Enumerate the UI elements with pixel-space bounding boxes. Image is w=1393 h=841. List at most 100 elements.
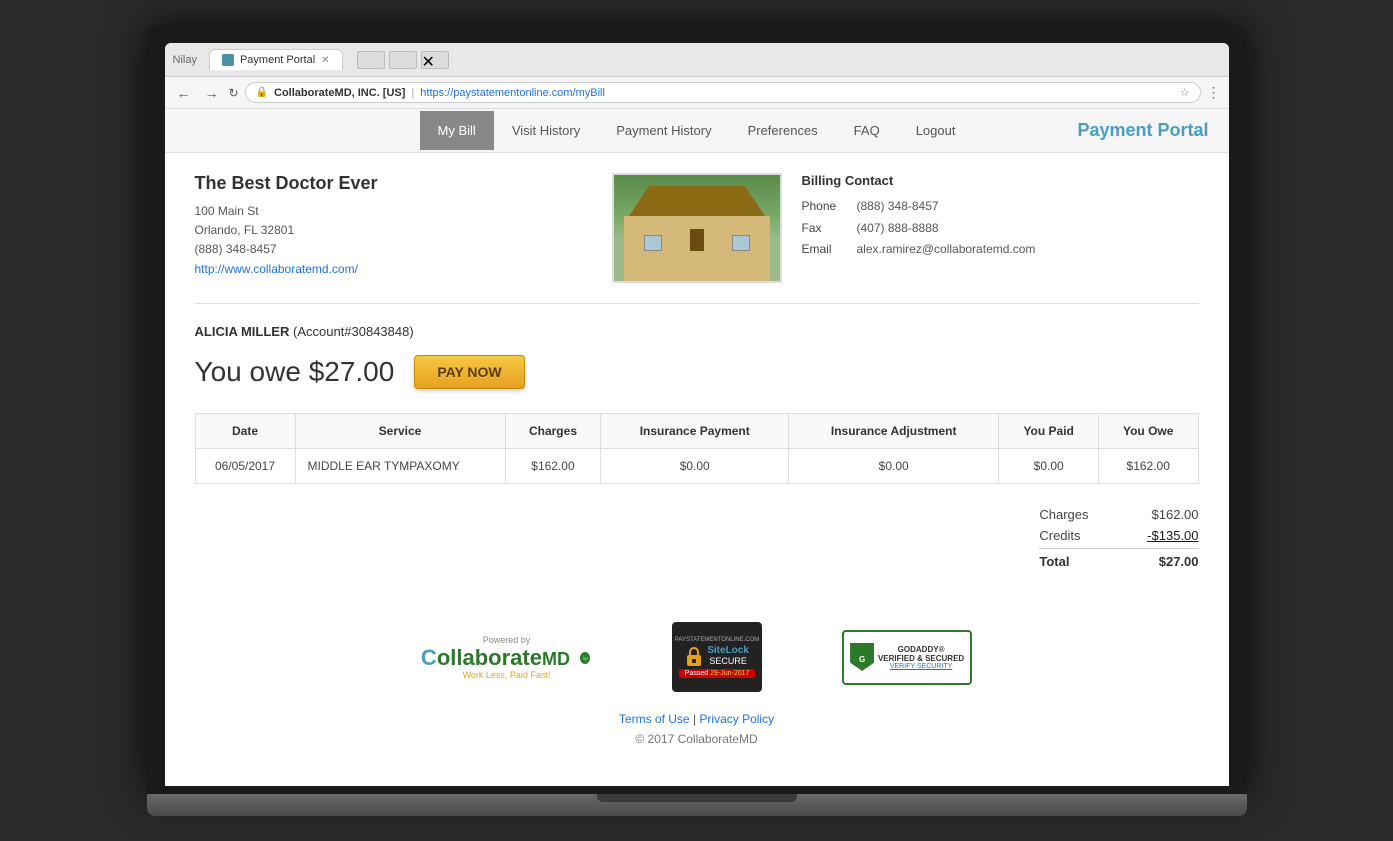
- nav-item-mybill[interactable]: My Bill: [420, 111, 494, 150]
- close-button[interactable]: ✕: [421, 51, 449, 69]
- footer-copyright: © 2017 CollaborateMD: [215, 732, 1179, 746]
- col-header-charges: Charges: [505, 414, 601, 449]
- amount-owed-prefix: You owe: [195, 356, 301, 387]
- reload-button[interactable]: ↻: [229, 86, 239, 100]
- billing-phone-value: (888) 348-8457: [857, 196, 939, 218]
- address-separator: |: [411, 87, 414, 99]
- col-header-you-paid: You Paid: [999, 414, 1099, 449]
- sitelock-site-text: SiteLock: [707, 645, 749, 656]
- totals-section: Charges $162.00 Credits -$135.00 Total $…: [195, 504, 1199, 572]
- sitelock-secure-text: SECURE: [707, 656, 749, 666]
- practice-header: The Best Doctor Ever 100 Main St Orlando…: [195, 173, 1199, 304]
- collaborate-md: MD: [542, 649, 570, 669]
- billing-fax-value: (407) 888-8888: [857, 218, 939, 240]
- charges-row: Charges $162.00: [1039, 504, 1198, 525]
- browser-window: Nilay Payment Portal ✕ ✕ ← → ↻: [165, 43, 1229, 786]
- tab-favicon: [222, 54, 234, 66]
- pay-now-button[interactable]: PAY NOW: [414, 355, 524, 389]
- collaborate-logo: Powered by CollaborateMD Work Less, Paid…: [421, 635, 592, 680]
- table-cell: $0.00: [601, 449, 789, 484]
- browser-tab[interactable]: Payment Portal ✕: [209, 49, 343, 70]
- window-title: Nilay: [173, 54, 197, 66]
- total-label: Total: [1039, 554, 1069, 569]
- billing-phone-row: Phone (888) 348-8457: [802, 196, 1199, 218]
- total-row: Total $27.00: [1039, 548, 1198, 572]
- nav-item-paymenthistory[interactable]: Payment History: [598, 111, 729, 150]
- godaddy-text-area: GODADDY® VERIFIED & SECURED VERIFY SECUR…: [878, 645, 964, 670]
- credits-row: Credits -$135.00: [1039, 525, 1198, 546]
- billing-phone-label: Phone: [802, 196, 847, 218]
- collaborate-rest: ollaborate: [437, 645, 542, 670]
- practice-website[interactable]: http://www.collaboratemd.com/: [195, 262, 358, 276]
- footer-logos: Powered by CollaborateMD Work Less, Paid…: [215, 622, 1179, 692]
- practice-image: [612, 173, 782, 283]
- amount-due-text: You owe $27.00: [195, 356, 395, 388]
- col-header-ins-adjustment: Insurance Adjustment: [788, 414, 998, 449]
- portal-brand-text: Payment Portal: [1077, 120, 1208, 140]
- address-line2: Orlando, FL 32801: [195, 221, 592, 240]
- nav-item-logout[interactable]: Logout: [898, 111, 974, 150]
- nav-item-faq[interactable]: FAQ: [836, 111, 898, 150]
- tab-close-button[interactable]: ✕: [321, 55, 329, 66]
- maximize-button[interactable]: [389, 51, 417, 69]
- nav-items: My Bill Visit History Payment History Pr…: [185, 111, 1209, 150]
- sitelock-icon-area: SiteLock SECURE: [685, 645, 749, 667]
- table-cell: $162.00: [505, 449, 601, 484]
- nav-item-preferences[interactable]: Preferences: [730, 111, 836, 150]
- page-content: My Bill Visit History Payment History Pr…: [165, 109, 1229, 786]
- billing-email-label: Email: [802, 239, 847, 261]
- bookmark-icon[interactable]: ☆: [1180, 86, 1190, 99]
- address-bar[interactable]: 🔒 CollaborateMD, INC. [US] | https://pay…: [245, 82, 1201, 103]
- credits-value: -$135.00: [1129, 528, 1199, 543]
- billing-fax-row: Fax (407) 888-8888: [802, 218, 1199, 240]
- billing-contact: Billing Contact Phone (888) 348-8457 Fax…: [802, 173, 1199, 283]
- sitelock-badge[interactable]: PAYSTATEMENTONLINE.COM: [672, 622, 762, 692]
- lock-icon: 🔒: [256, 87, 268, 98]
- billing-title: Billing Contact: [802, 173, 1199, 188]
- totals-table: Charges $162.00 Credits -$135.00 Total $…: [1039, 504, 1198, 572]
- billing-email-value: alex.ramirez@collaboratemd.com: [857, 239, 1036, 261]
- total-value: $27.00: [1129, 554, 1199, 569]
- charges-value: $162.00: [1129, 507, 1199, 522]
- footer-separator: |: [693, 712, 696, 726]
- godaddy-shield-icon: G: [850, 643, 874, 671]
- table-cell: $0.00: [999, 449, 1099, 484]
- credits-label: Credits: [1039, 528, 1080, 543]
- privacy-link[interactable]: Privacy Policy: [699, 712, 774, 726]
- patient-name: ALICIA MILLER: [195, 324, 290, 339]
- minimize-button[interactable]: [357, 51, 385, 69]
- table-row: 06/05/2017MIDDLE EAR TYMPAXOMY$162.00$0.…: [195, 449, 1198, 484]
- col-header-you-owe: You Owe: [1098, 414, 1198, 449]
- patient-section: ALICIA MILLER (Account#30843848) You owe…: [195, 324, 1199, 572]
- account-close: ): [409, 324, 413, 339]
- terms-link[interactable]: Terms of Use: [619, 712, 690, 726]
- nav-item-visithistory[interactable]: Visit History: [494, 111, 598, 150]
- table-cell: $0.00: [788, 449, 998, 484]
- address-company: CollaborateMD, INC. [US]: [274, 87, 405, 99]
- col-header-ins-payment: Insurance Payment: [601, 414, 789, 449]
- forward-button[interactable]: →: [201, 83, 223, 103]
- sitelock-date: 29-Jun-2017: [710, 670, 749, 677]
- table-cell: 06/05/2017: [195, 449, 295, 484]
- site-navigation: My Bill Visit History Payment History Pr…: [165, 109, 1229, 153]
- powered-by-text: Powered by: [483, 635, 531, 645]
- page-footer: Powered by CollaborateMD Work Less, Paid…: [195, 592, 1199, 766]
- footer-links: Terms of Use | Privacy Policy: [215, 712, 1179, 726]
- practice-address: 100 Main St Orlando, FL 32801 (888) 348-…: [195, 202, 592, 279]
- charges-label: Charges: [1039, 507, 1088, 522]
- billing-email-row: Email alex.ramirez@collaboratemd.com: [802, 239, 1199, 261]
- laptop-shell: Nilay Payment Portal ✕ ✕ ← → ↻: [147, 25, 1247, 816]
- browser-menu-icon[interactable]: ⋮: [1207, 84, 1221, 101]
- amount-owed-value: $27.00: [309, 356, 395, 387]
- sitelock-lock-icon: [685, 645, 703, 667]
- back-button[interactable]: ←: [173, 83, 195, 103]
- billing-table: Date Service Charges Insurance Payment I…: [195, 413, 1199, 484]
- godaddy-verify: VERIFY SECURITY: [878, 663, 964, 670]
- account-number-label: Account#: [297, 324, 351, 339]
- collaborate-brand: CollaborateMD: [421, 647, 592, 669]
- godaddy-badge[interactable]: G GODADDY® VERIFIED & SECURED VERIFY SEC…: [842, 630, 972, 685]
- portal-brand: Payment Portal: [1077, 120, 1208, 141]
- screen-bezel: Nilay Payment Portal ✕ ✕ ← → ↻: [147, 25, 1247, 794]
- laptop-base: [147, 794, 1247, 816]
- collaborate-c: C: [421, 645, 437, 670]
